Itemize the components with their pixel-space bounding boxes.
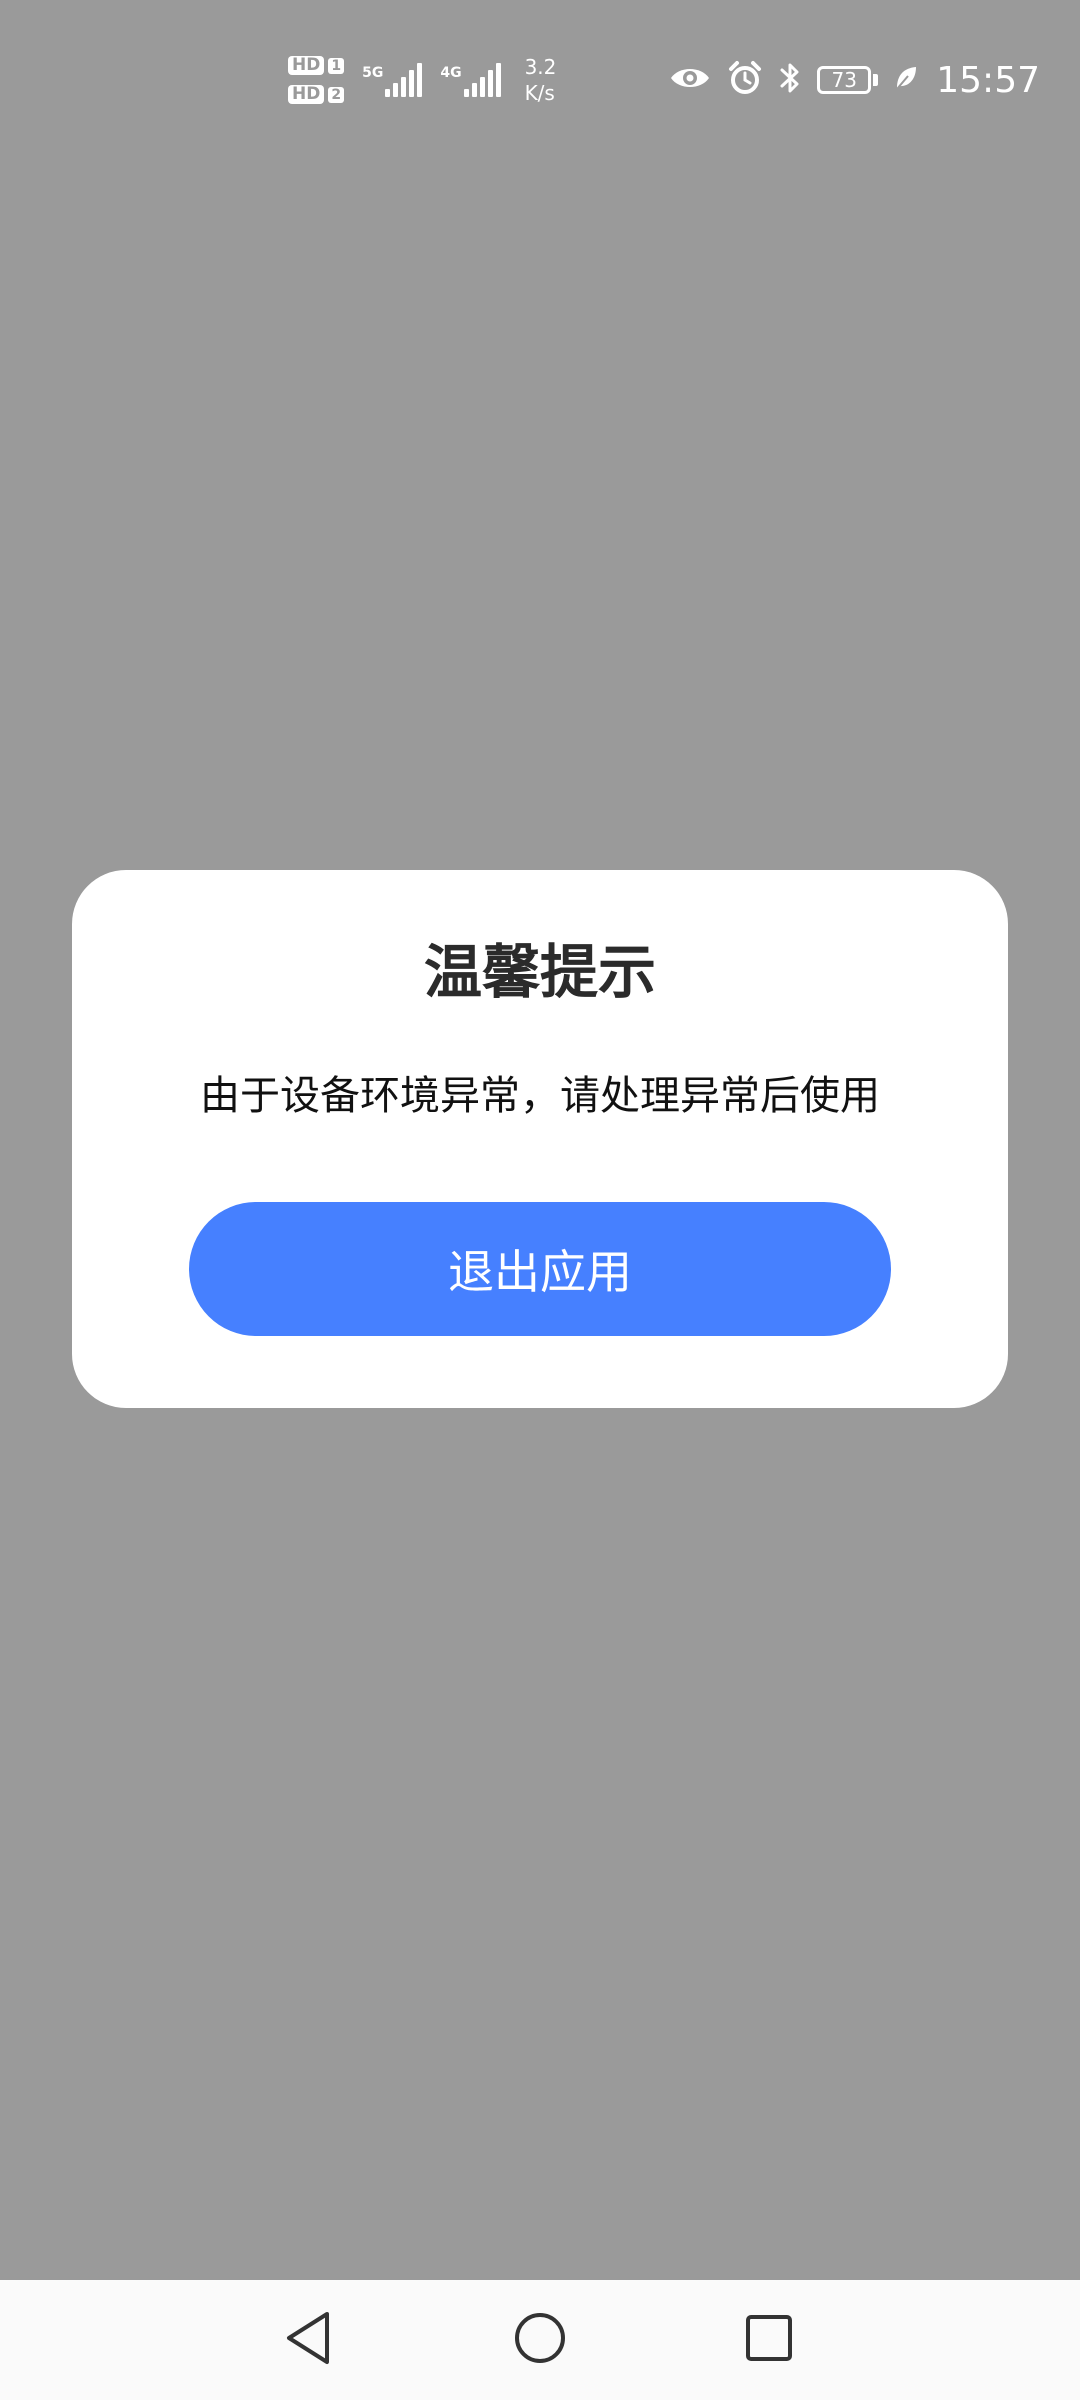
back-icon [283, 2310, 333, 2370]
dialog-title: 温馨提示 [423, 938, 656, 1006]
screen: HD 1 HD 2 5G 4G 3.2 K/s 73 15:57 温馨提示 由于… [0, 0, 1080, 2400]
eye-comfort-icon [669, 64, 711, 96]
sim1-hd-label: HD [288, 56, 325, 75]
home-button[interactable] [500, 2300, 580, 2380]
status-time: 15:57 [936, 59, 1040, 101]
exit-app-button[interactable]: 退出应用 [189, 1202, 891, 1336]
warning-dialog: 温馨提示 由于设备环境异常，请处理异常后使用 退出应用 [72, 870, 1008, 1408]
bluetooth-icon [779, 60, 801, 100]
sim1-signal-group: 5G [362, 63, 423, 97]
sim2-signal-icon [463, 63, 501, 97]
status-bar-right: 73 15:57 [669, 50, 1040, 110]
status-bar: HD 1 HD 2 5G 4G 3.2 K/s 73 15:57 [0, 0, 1080, 160]
sim1-number: 1 [328, 57, 345, 74]
alarm-icon [727, 60, 763, 100]
sim2-network-type: 4G [440, 65, 462, 81]
recents-button[interactable] [729, 2300, 809, 2380]
network-speed-value: 3.2 [524, 55, 557, 79]
back-button[interactable] [268, 2300, 348, 2380]
network-speed: 3.2 K/s [525, 54, 557, 106]
status-bar-left: HD 1 HD 2 5G 4G 3.2 K/s [288, 48, 556, 112]
power-saving-leaf-icon [894, 65, 918, 95]
network-speed-unit: K/s [524, 81, 555, 105]
sim1-network-type: 5G [362, 65, 384, 81]
navigation-bar [0, 2280, 1080, 2400]
sim2-number: 2 [328, 86, 345, 103]
battery-indicator: 73 [817, 66, 879, 94]
sim2-hd-badge: HD 2 [288, 85, 345, 104]
sim1-hd-badge: HD 1 [288, 56, 345, 75]
home-icon [513, 2311, 567, 2369]
sim2-hd-label: HD [288, 85, 325, 104]
battery-level: 73 [831, 68, 857, 92]
battery-icon: 73 [817, 66, 872, 94]
sim1-signal-icon [385, 63, 423, 97]
dialog-message: 由于设备环境异常，请处理异常后使用 [200, 1073, 880, 1119]
recents-icon [744, 2313, 794, 2367]
sim-hd-indicators: HD 1 HD 2 [288, 56, 345, 104]
battery-cap [873, 74, 879, 86]
sim2-signal-group: 4G [440, 63, 501, 97]
